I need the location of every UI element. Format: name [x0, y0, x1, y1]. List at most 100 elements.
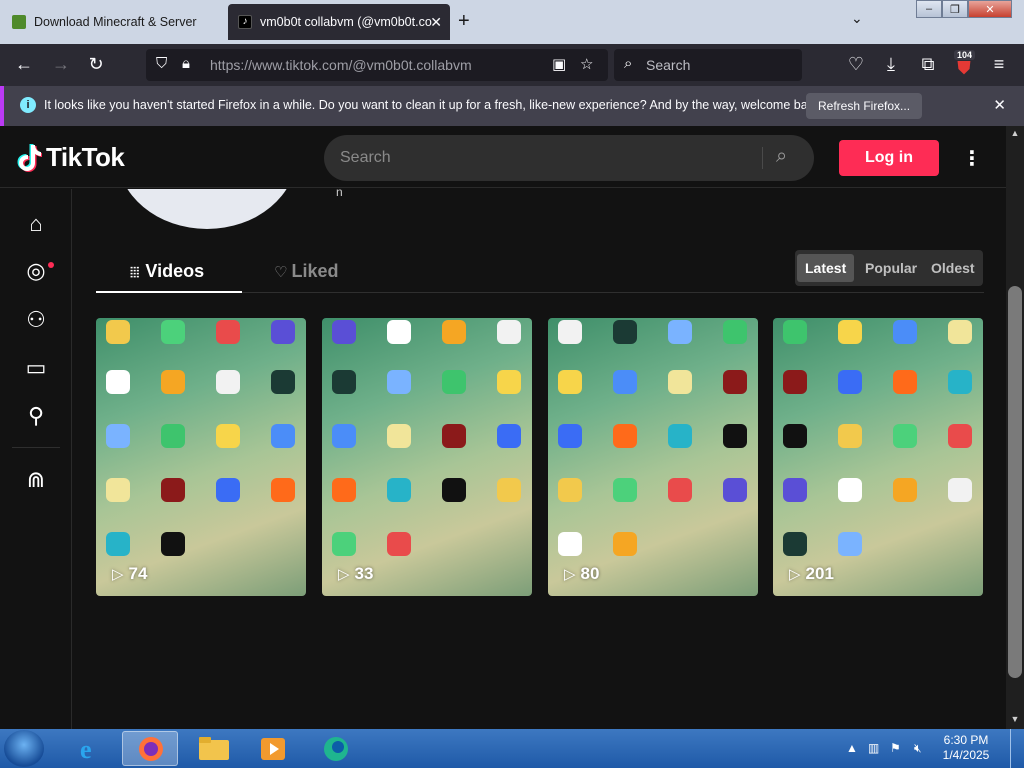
play-icon: ▷ — [789, 566, 801, 583]
screen: Download Minecraft & Server ♪ vm0b0t col… — [0, 0, 1024, 768]
menu-icon[interactable]: ≡ — [988, 54, 1010, 75]
windows-taskbar: e ▲ ▥ ⚑ 🔇︎ 6:30 PM 1/4/2025 — [0, 729, 1024, 768]
tab-tiktok[interactable]: ♪ vm0b0t collabvm (@vm0b0t.co ✕ — [228, 4, 450, 40]
show-desktop-button[interactable] — [1010, 729, 1024, 768]
avatar — [117, 189, 297, 229]
reader-view-icon[interactable]: ▣ — [552, 55, 566, 73]
view-count: 74 — [128, 564, 148, 583]
thumbnail-app-icon — [161, 532, 185, 556]
show-hidden-icons[interactable]: ▲ — [846, 741, 858, 755]
network-icon[interactable]: ▥ — [868, 741, 879, 755]
sort-latest-button[interactable]: Latest — [797, 254, 855, 282]
start-button[interactable] — [4, 730, 44, 767]
tab-videos[interactable]: ⦙⦙⦙ Videos — [130, 261, 204, 282]
minecraft-icon — [12, 15, 26, 29]
tiktok-logo-text: TikTok — [46, 142, 125, 172]
thumbnail-app-icon — [893, 478, 917, 502]
thumbnail-app-icon — [216, 424, 240, 448]
action-center-flag-icon[interactable]: ⚑ — [890, 741, 901, 755]
more-options-icon[interactable]: ⋮ — [962, 146, 982, 171]
restore-button[interactable]: ❐ — [942, 0, 968, 18]
firefox-taskbar-icon[interactable] — [122, 731, 178, 766]
shield-icon[interactable]: ⛉ — [156, 55, 167, 72]
profile-main: n ⦙⦙⦙ Videos ♡ Liked Latest Popular Oldest… — [73, 189, 1006, 729]
browser-nav-bar: ← → ↻ ⛉ 🔒︎ https://www.tiktok.com/@vm0b0… — [0, 44, 1024, 86]
lock-icon[interactable]: 🔒︎ — [182, 55, 190, 72]
back-icon[interactable]: ← — [13, 54, 35, 75]
thumbnail-app-icon — [783, 478, 807, 502]
thumbnail-app-icon — [216, 370, 240, 394]
internet-explorer-icon[interactable]: e — [62, 731, 118, 766]
tab-title: vm0b0t collabvm (@vm0b0t.co — [260, 15, 432, 29]
thumbnail-app-icon — [893, 320, 917, 344]
thumbnail-app-icon — [497, 320, 521, 344]
thumbnail-app-icon — [442, 320, 466, 344]
taskbar-clock[interactable]: 6:30 PM 1/4/2025 — [940, 733, 992, 763]
scroll-down-icon[interactable]: ▼ — [1008, 714, 1022, 728]
video-card[interactable]: ▷ 74 — [96, 318, 306, 596]
thumbnail-app-icon — [838, 424, 862, 448]
media-player-icon[interactable] — [246, 731, 302, 766]
ublock-icon[interactable]: ⛊ — [953, 58, 975, 79]
list-all-tabs-button[interactable]: ⌄ — [851, 10, 863, 27]
reload-icon[interactable]: ↻ — [85, 54, 107, 75]
thumbnail-app-icon — [613, 370, 637, 394]
thumbnail-app-icon — [332, 478, 356, 502]
pocket-icon[interactable]: ♡ — [845, 54, 867, 75]
downloads-icon[interactable]: ⤓ — [880, 54, 902, 75]
tab-liked[interactable]: ♡ Liked — [274, 261, 338, 282]
thumbnail-app-icon — [161, 320, 185, 344]
profile-icon[interactable]: ⚲ — [22, 403, 50, 431]
home-icon[interactable]: ⌂ — [22, 211, 50, 239]
tiktok-logo[interactable]: TikTok — [16, 142, 125, 173]
scroll-up-icon[interactable]: ▲ — [1008, 128, 1022, 142]
following-icon[interactable]: ⚇ — [22, 307, 50, 335]
close-window-button[interactable]: ✕ — [968, 0, 1012, 18]
forward-icon[interactable]: → — [50, 54, 72, 75]
login-button[interactable]: Log in — [839, 140, 939, 176]
thumbnail-app-icon — [332, 424, 356, 448]
thumbnail-app-icon — [723, 370, 747, 394]
new-tab-button[interactable]: + — [458, 10, 470, 33]
tiktok-search-input[interactable]: Search ⌕ — [324, 135, 814, 181]
play-count: ▷ 33 — [338, 564, 373, 584]
live-icon[interactable]: ▭ — [22, 355, 50, 383]
close-tab-icon[interactable]: ✕ — [430, 14, 442, 31]
video-card[interactable]: ▷ 33 — [322, 318, 532, 596]
sort-toggle: Latest Popular Oldest — [795, 250, 983, 286]
clock-time: 6:30 PM — [943, 733, 989, 747]
view-count: 33 — [354, 564, 374, 583]
minimize-button[interactable]: – — [916, 0, 942, 18]
browser-search-bar[interactable]: ⌕ Search — [614, 49, 802, 81]
sort-oldest-button[interactable]: Oldest — [923, 254, 983, 282]
videos-tab-icon: ⦙⦙⦙ — [130, 264, 140, 280]
close-notification-icon[interactable]: ✕ — [993, 96, 1006, 114]
sidebar-divider — [12, 447, 60, 448]
thumbnail-app-icon — [668, 370, 692, 394]
tiktok-header: TikTok Search ⌕ Log in ⋮ — [0, 126, 1006, 188]
file-explorer-icon[interactable] — [186, 731, 242, 766]
play-icon: ▷ — [564, 566, 576, 583]
thumbnail-app-icon — [271, 424, 295, 448]
sort-popular-button[interactable]: Popular — [857, 254, 925, 282]
extensions-icon[interactable]: ⧉ — [917, 54, 939, 75]
edge-icon[interactable] — [308, 731, 364, 766]
explore-icon[interactable]: ◎ — [22, 258, 50, 286]
thumbnail-app-icon — [106, 370, 130, 394]
more-icon[interactable]: ⋒ — [22, 467, 50, 495]
video-card[interactable]: ▷ 80 — [548, 318, 758, 596]
search-icon[interactable]: ⌕ — [776, 145, 787, 168]
scrollbar-thumb[interactable] — [1008, 286, 1022, 678]
refresh-firefox-button[interactable]: Refresh Firefox... — [806, 93, 923, 119]
tab-label: Liked — [291, 261, 339, 281]
bookmark-star-icon[interactable]: ☆ — [580, 55, 593, 73]
video-card[interactable]: ▷ 201 — [773, 318, 983, 596]
tiktok-logo-icon — [17, 143, 42, 172]
tab-minecraft[interactable]: Download Minecraft & Server — [2, 4, 224, 40]
thumbnail-app-icon — [783, 532, 807, 556]
url-bar[interactable]: ⛉ 🔒︎ https://www.tiktok.com/@vm0b0t.coll… — [146, 49, 608, 81]
browser-tab-bar: Download Minecraft & Server ♪ vm0b0t col… — [0, 0, 1024, 44]
thumbnail-app-icon — [497, 424, 521, 448]
thumbnail-app-icon — [387, 424, 411, 448]
volume-muted-icon[interactable]: 🔇︎ — [914, 741, 922, 756]
